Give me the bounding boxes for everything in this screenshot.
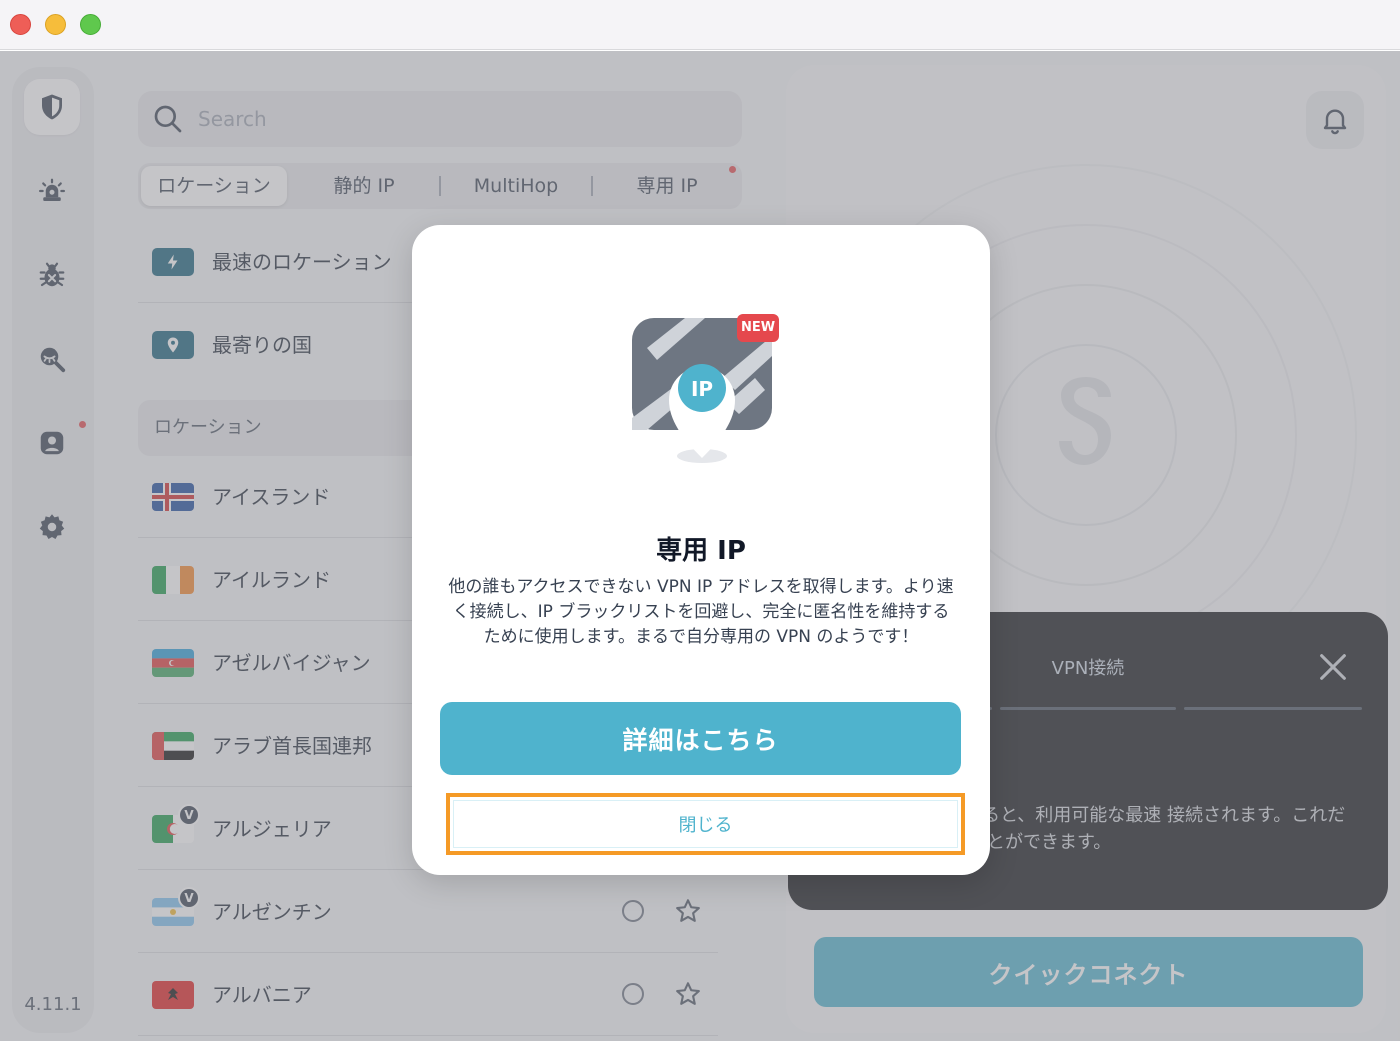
- modal-title: 専用 IP: [656, 536, 746, 566]
- learn-more-button[interactable]: 詳細はこちら: [440, 702, 961, 775]
- window-close-button[interactable]: [10, 14, 31, 35]
- modal-description: 他の誰もアクセスできない VPN IP アドレスを取得します。より速く接続し、I…: [448, 577, 954, 647]
- window-maximize-button[interactable]: [80, 14, 101, 35]
- dedicated-ip-modal: IP NEW 専用 IP 他の誰もアクセスできない VPN IP アドレスを取得…: [412, 225, 990, 875]
- illustration-ip-label: IP: [691, 377, 713, 401]
- new-badge: NEW: [737, 314, 779, 342]
- window-titlebar: [0, 0, 1400, 50]
- close-button[interactable]: 閉じる: [446, 793, 965, 855]
- window-minimize-button[interactable]: [45, 14, 66, 35]
